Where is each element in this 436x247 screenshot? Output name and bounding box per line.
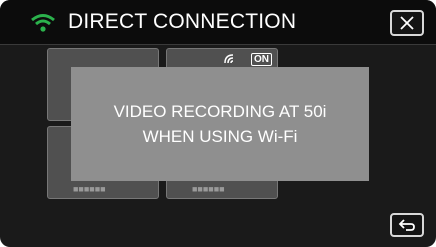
close-icon (400, 16, 414, 30)
message-line-2: WHEN USING Wi-Fi (142, 127, 298, 146)
cast-icon (224, 54, 234, 64)
return-icon (398, 219, 415, 231)
tile-label-placeholder: ■■■■■■ (73, 184, 106, 194)
back-button[interactable] (390, 213, 424, 237)
on-badge: ON (251, 53, 272, 66)
close-button[interactable] (390, 10, 424, 36)
message-line-1: VIDEO RECORDING AT 50i (113, 102, 327, 121)
message-dialog: VIDEO RECORDING AT 50i WHEN USING Wi-Fi (71, 67, 369, 181)
camera-screen: DIRECT CONNECTION ON ■■■■■■ ■■■■■■ VIDEO… (0, 0, 436, 247)
wifi-icon (30, 13, 56, 33)
page-title: DIRECT CONNECTION (68, 10, 297, 33)
title-bar: DIRECT CONNECTION (0, 0, 436, 45)
tile-label-placeholder: ■■■■■■ (192, 184, 225, 194)
